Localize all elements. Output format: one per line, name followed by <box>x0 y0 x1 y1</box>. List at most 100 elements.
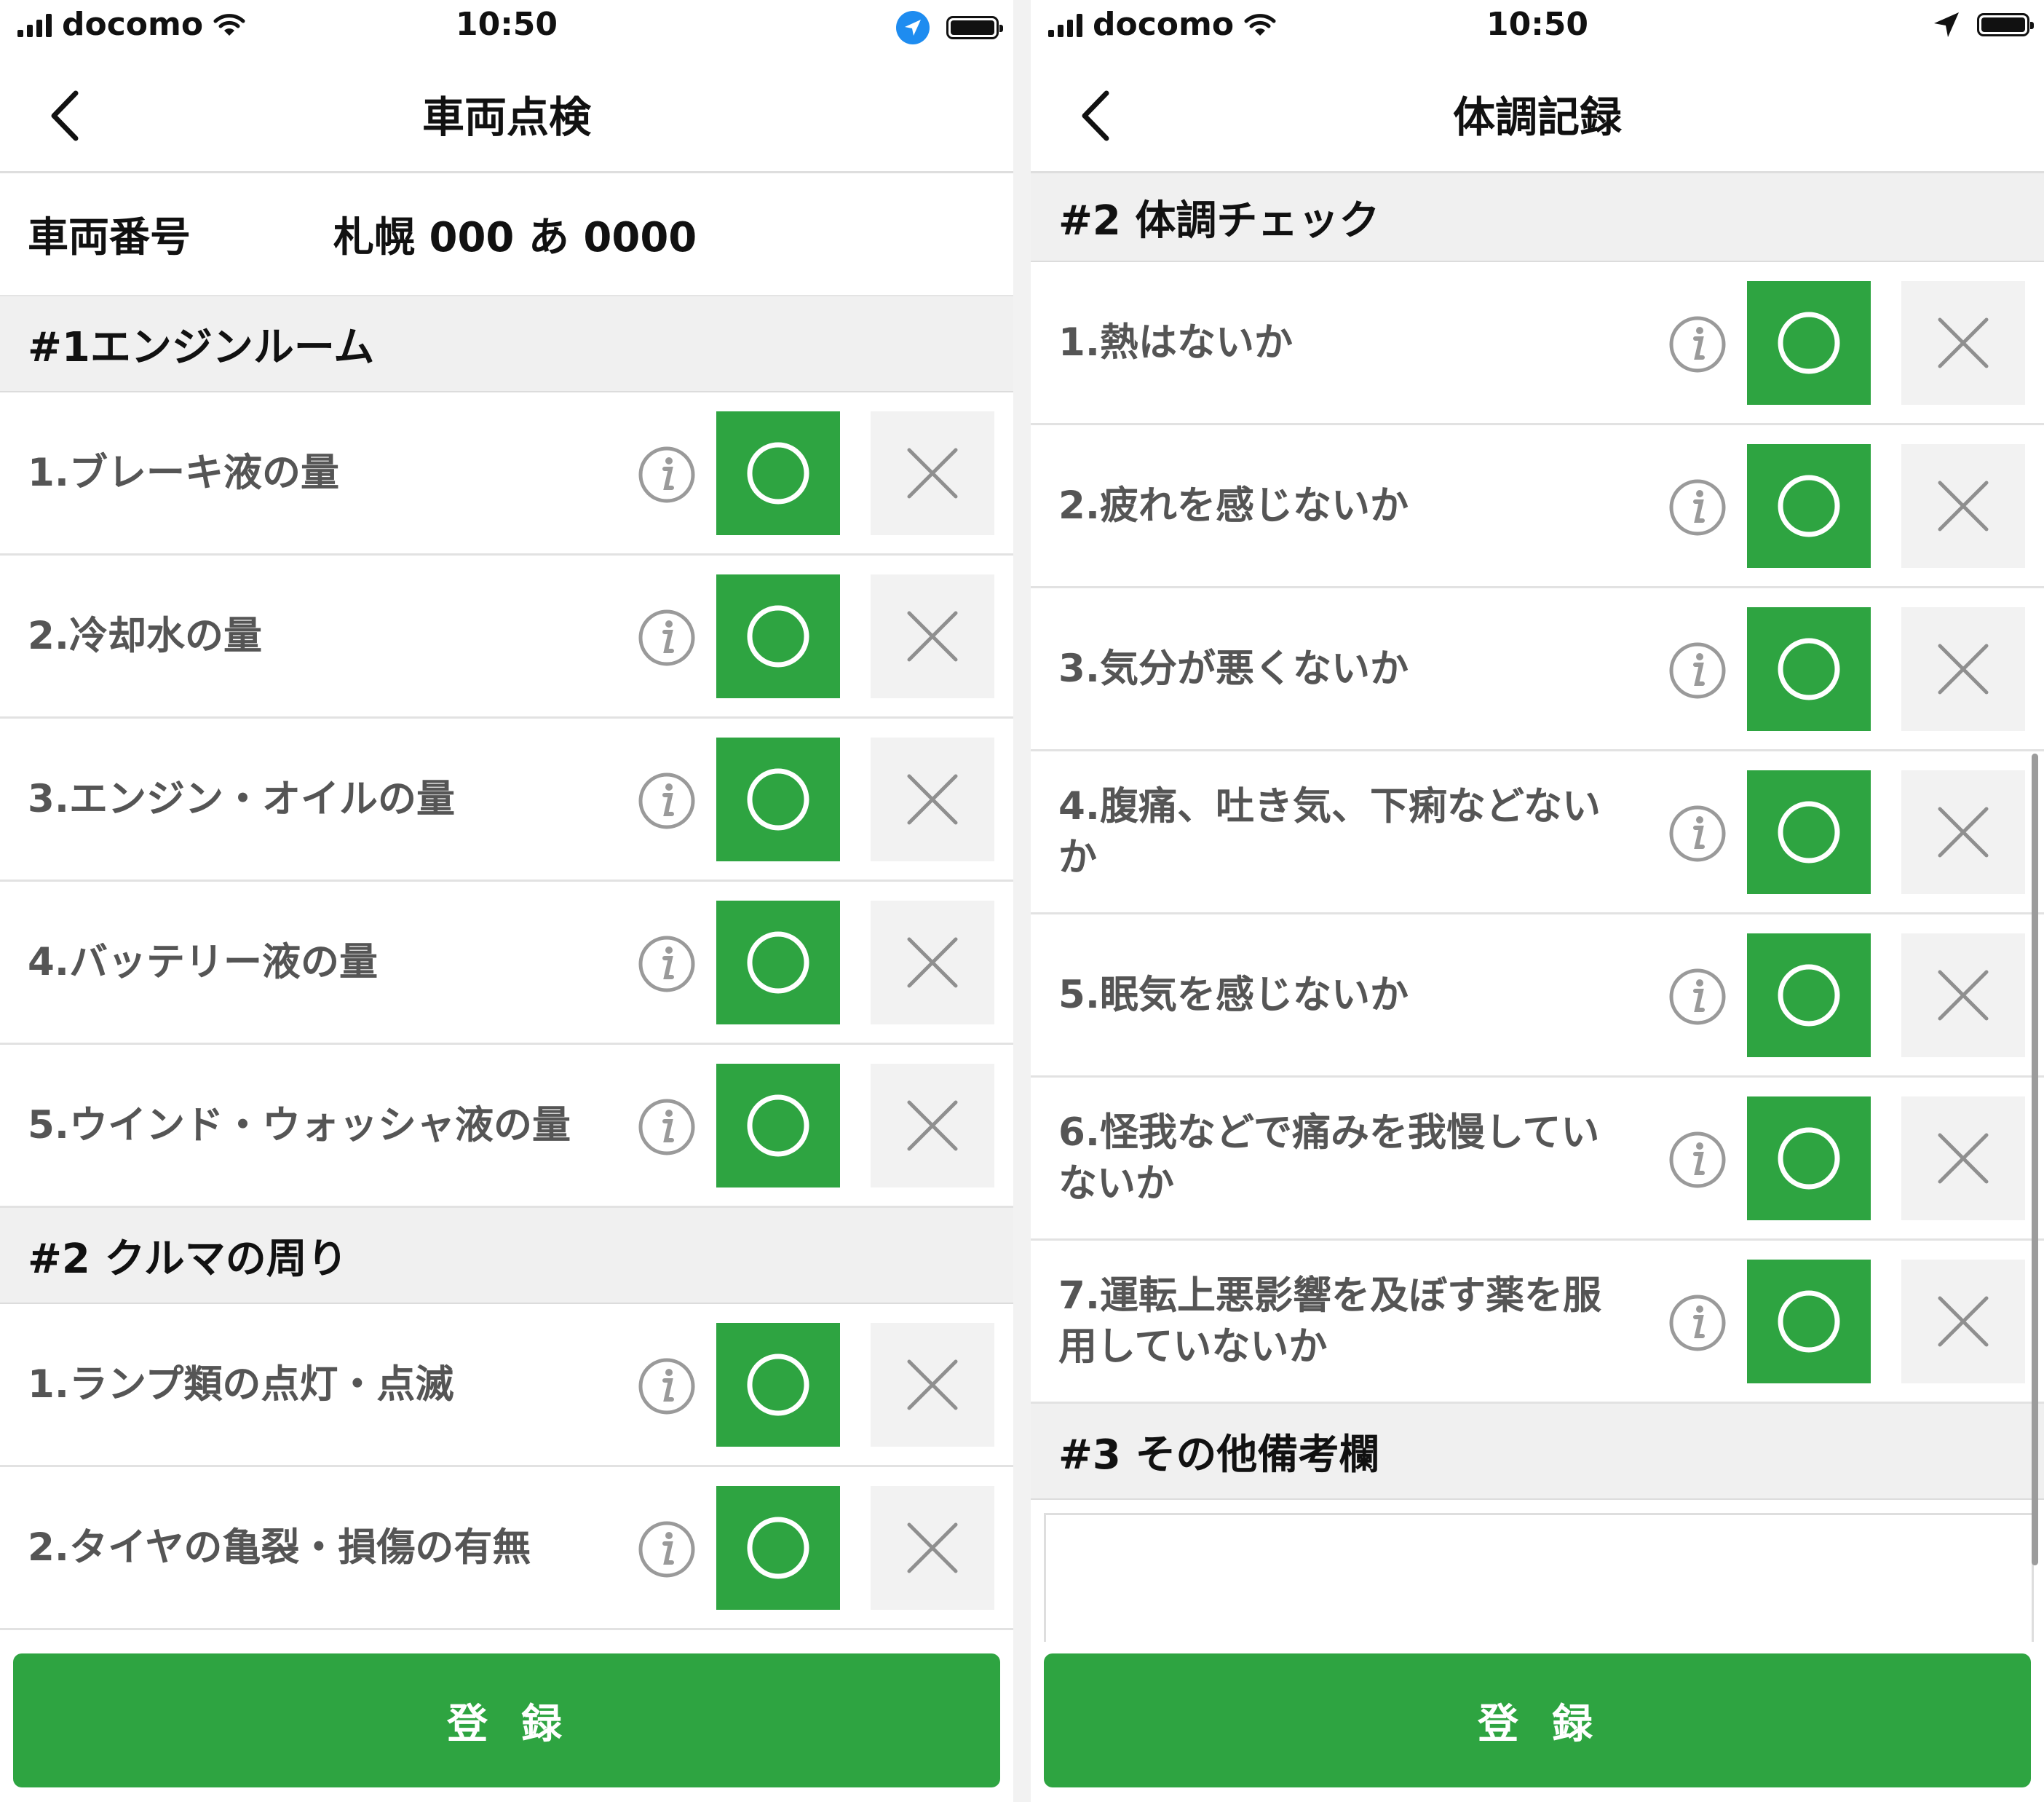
ok-button[interactable] <box>716 574 840 698</box>
cross-icon <box>1938 1296 1989 1347</box>
check-row-lamps: 1.ランプ類の点灯・点滅 <box>0 1304 1013 1467</box>
nav-bar: 車両点検 <box>0 57 1013 173</box>
register-button[interactable]: 登録 <box>13 1653 1000 1787</box>
check-item-label: 5.眠気を感じないか <box>1058 972 1409 1017</box>
circle-icon <box>747 1517 809 1579</box>
ng-button[interactable] <box>1901 933 2025 1057</box>
scrollbar[interactable] <box>2032 754 2038 1565</box>
ng-button[interactable] <box>1901 1260 2025 1383</box>
check-row-injury-pain: 6.怪我などで痛みを我慢していないか <box>1031 1078 2044 1241</box>
ok-button[interactable] <box>1747 770 1871 894</box>
ok-button[interactable] <box>716 901 840 1024</box>
cross-icon <box>907 774 958 825</box>
info-icon[interactable] <box>1668 478 1727 537</box>
battery-icon <box>1977 13 2034 36</box>
cross-icon <box>1938 481 1989 531</box>
info-icon[interactable] <box>638 609 696 667</box>
check-item-label: 1.熱はないか <box>1058 320 1294 365</box>
check-row-washer-fluid: 5.ウインド・ウォッシャ液の量 <box>0 1045 1013 1208</box>
ng-button[interactable] <box>1901 1096 2025 1220</box>
ng-button[interactable] <box>871 738 994 861</box>
info-icon[interactable] <box>638 772 696 830</box>
check-row-battery-fluid: 4.バッテリー液の量 <box>0 882 1013 1045</box>
circle-icon <box>1778 1127 1840 1190</box>
ok-button[interactable] <box>716 1323 840 1447</box>
ng-button[interactable] <box>871 1323 994 1447</box>
info-icon[interactable] <box>1668 1131 1727 1189</box>
ng-button[interactable] <box>1901 444 2025 568</box>
info-icon[interactable] <box>1668 968 1727 1026</box>
circle-icon <box>1778 964 1840 1027</box>
info-icon[interactable] <box>1668 641 1727 700</box>
circle-icon <box>747 605 809 668</box>
footer: 登録 <box>1031 1642 2044 1802</box>
register-button[interactable]: 登録 <box>1044 1653 2031 1787</box>
info-icon[interactable] <box>638 1357 696 1415</box>
check-row-medication: 7.運転上悪影響を及ぼす薬を服用していないか <box>1031 1241 2044 1404</box>
circle-icon <box>1778 475 1840 537</box>
ok-button[interactable] <box>1747 281 1871 405</box>
info-icon[interactable] <box>638 1520 696 1578</box>
ok-button[interactable] <box>716 1486 840 1610</box>
ng-button[interactable] <box>871 1486 994 1610</box>
ng-button[interactable] <box>871 411 994 535</box>
status-time: 10:50 <box>1486 6 1589 43</box>
check-item-label: 6.怪我などで痛みを我慢していないか <box>1058 1110 1600 1206</box>
vehicle-number-label: 車両番号 <box>28 214 191 261</box>
info-icon[interactable] <box>1668 1294 1727 1352</box>
section-header: #1エンジンルーム <box>0 296 1013 392</box>
circle-icon <box>1778 801 1840 864</box>
ok-button[interactable] <box>716 411 840 535</box>
cross-icon <box>1938 807 1989 858</box>
location-arrow-icon <box>1934 12 1959 37</box>
ng-button[interactable] <box>1901 607 2025 731</box>
ng-button[interactable] <box>871 574 994 698</box>
vehicle-number-value: 札幌 000 あ 0000 <box>333 214 697 261</box>
ok-button[interactable] <box>716 738 840 861</box>
check-item-label: 2.タイヤの亀裂・損傷の有無 <box>28 1525 531 1570</box>
cross-icon <box>907 1522 958 1573</box>
circle-icon <box>747 1354 809 1416</box>
cross-icon <box>907 1359 958 1410</box>
info-icon[interactable] <box>638 935 696 993</box>
circle-icon <box>747 442 809 505</box>
ok-button[interactable] <box>1747 933 1871 1057</box>
section-header: #2 体調チェック <box>1031 173 2044 262</box>
vehicle-inspection-screen: docomo 10:50 車両点検 車両番号 札幌 000 あ 0000 #1エ… <box>0 0 1013 1802</box>
info-icon[interactable] <box>638 446 696 504</box>
circle-icon <box>747 768 809 831</box>
info-icon[interactable] <box>1668 315 1727 374</box>
ng-button[interactable] <box>1901 770 2025 894</box>
ng-button[interactable] <box>871 901 994 1024</box>
ok-button[interactable] <box>1747 1096 1871 1220</box>
info-icon[interactable] <box>1668 805 1727 863</box>
check-item-label: 4.腹痛、吐き気、下痢などないか <box>1058 783 1601 880</box>
cross-icon <box>1938 970 1989 1021</box>
health-record-screen: docomo 10:50 体調記録 #2 体調チェック 1.熱はないか 2.疲れ… <box>1031 0 2044 1802</box>
cross-icon <box>907 448 958 499</box>
location-icon <box>896 11 930 44</box>
ok-button[interactable] <box>716 1064 840 1187</box>
ok-button[interactable] <box>1747 1260 1871 1383</box>
cross-icon <box>1938 1133 1989 1184</box>
section-header: #3 その他備考欄 <box>1031 1404 2044 1500</box>
check-row-coolant: 2.冷却水の量 <box>0 556 1013 719</box>
check-item-label: 2.冷却水の量 <box>28 613 263 658</box>
cross-icon <box>1938 644 1989 695</box>
circle-icon <box>747 1094 809 1157</box>
check-row-fever: 1.熱はないか <box>1031 262 2044 425</box>
check-item-label: 3.エンジン・オイルの量 <box>28 776 456 821</box>
ok-button[interactable] <box>1747 607 1871 731</box>
ng-button[interactable] <box>1901 281 2025 405</box>
check-row-stomach: 4.腹痛、吐き気、下痢などないか <box>1031 751 2044 914</box>
check-item-label: 1.ランプ類の点灯・点滅 <box>28 1362 454 1407</box>
remarks-field[interactable] <box>1044 1513 2034 1659</box>
footer: 登録 <box>0 1642 1013 1802</box>
status-bar: docomo 10:50 <box>0 0 1013 57</box>
ok-button[interactable] <box>1747 444 1871 568</box>
ng-button[interactable] <box>871 1064 994 1187</box>
info-icon[interactable] <box>638 1098 696 1156</box>
check-row-fatigue: 2.疲れを感じないか <box>1031 425 2044 588</box>
circle-icon <box>747 931 809 994</box>
check-item-label: 3.気分が悪くないか <box>1058 646 1409 691</box>
